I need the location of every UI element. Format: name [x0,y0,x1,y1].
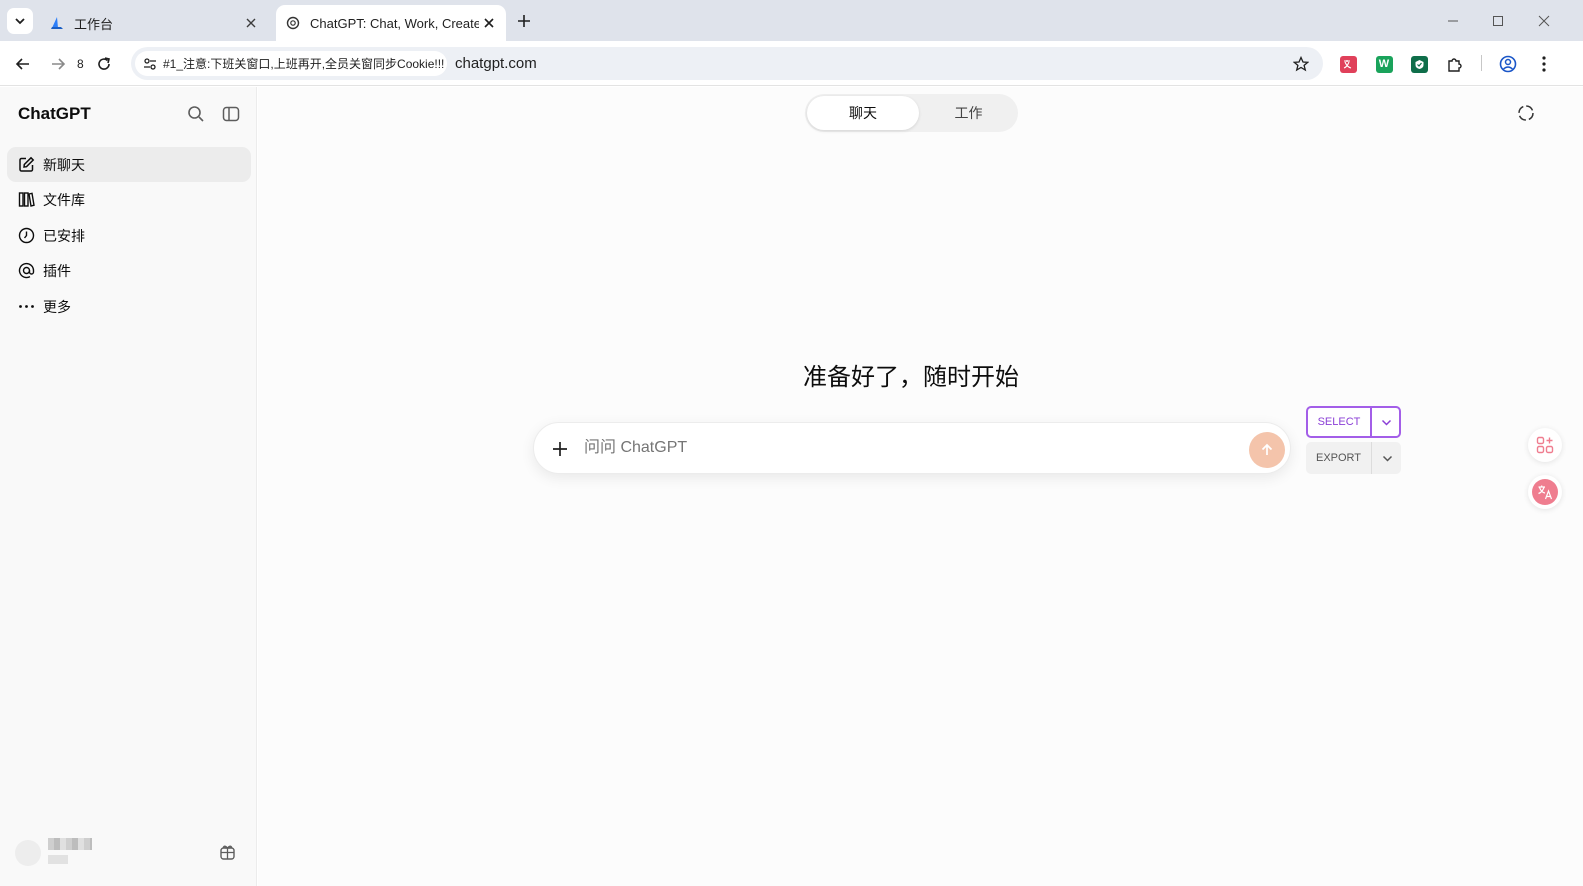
arrow-left-icon [15,58,29,70]
redacted-username [48,838,92,850]
tune-icon [142,56,158,72]
reload-button[interactable] [92,52,116,76]
redacted-plan [48,855,68,864]
tab-work[interactable]: 工作 [921,96,1016,130]
more-dots-icon [16,297,36,317]
close-window-button[interactable] [1533,10,1555,32]
reload-icon [98,57,110,70]
openai-icon [285,15,301,31]
sidebar-item-plugins[interactable]: 插件 [7,253,251,288]
close-icon[interactable] [479,13,499,33]
tab-search-button[interactable] [7,8,33,34]
w-extension-icon[interactable]: W [1373,53,1395,75]
site-info-chip[interactable]: #1_注意:下班关窗口,上班再开,全员关窗同步Cookie!!! [135,51,447,76]
sidebar-item-library[interactable]: 文件库 [7,182,251,217]
back-button[interactable] [11,52,35,76]
forward-button[interactable] [46,52,70,76]
sidebar-item-label: 更多 [43,298,71,315]
plus-icon [518,15,530,27]
browser-toolbar: 8 #1_注意:下班关窗口,上班再开,全员关窗同步Cookie!!! chatg… [0,41,1583,86]
export-button[interactable]: EXPORT [1306,442,1372,474]
sidebar-item-more[interactable]: 更多 [7,289,251,324]
profile-icon[interactable] [1497,53,1519,75]
w-extension-badge: W [1375,55,1393,73]
shield-extension-badge [1410,55,1428,73]
sidebar-item-scheduled[interactable]: 已安排 [7,218,251,253]
address-bar[interactable]: #1_注意:下班关窗口,上班再开,全员关窗同步Cookie!!! chatgpt… [131,47,1323,80]
browser-menu-icon[interactable] [1533,53,1555,75]
arrow-right-icon [52,58,66,70]
url-text[interactable]: chatgpt.com [455,55,537,72]
composer [533,422,1291,474]
close-icon [1538,15,1550,27]
sidebar-item-label: 新聊天 [43,156,85,173]
browser-tab-strip: 工作台 ChatGPT: Chat, Work, Create [0,0,1583,41]
minimize-icon [1448,20,1458,22]
arrow-up-icon [1261,443,1273,455]
extensions-puzzle-icon[interactable] [1444,53,1466,75]
browser-tab-workbench[interactable]: 工作台 [40,5,268,41]
blue-sail-icon [49,15,65,31]
mode-switcher: 聊天 工作 [805,94,1018,132]
send-button[interactable] [1249,432,1285,468]
edit-icon [16,155,36,175]
avatar[interactable] [15,840,41,866]
minimize-button[interactable] [1442,10,1464,32]
maximize-icon [1493,16,1503,26]
bookmark-star-icon[interactable] [1291,54,1311,74]
temporary-chat-icon[interactable] [1515,102,1537,124]
main-panel: 聊天 工作 准备好了，随时开始 SELECT EXPORT [258,87,1583,886]
chevron-down-icon [15,18,25,25]
maximize-button[interactable] [1487,10,1509,32]
new-tab-button[interactable] [513,10,535,32]
clock-icon [16,226,36,246]
select-widget: SELECT [1306,406,1401,438]
chevron-down-icon [1381,419,1392,426]
translate-extension-icon[interactable] [1337,53,1359,75]
gift-icon[interactable] [216,841,238,863]
sidebar: ChatGPT 新聊天 文件库 已安排 插件 更多 [0,87,257,886]
site-chip-text: #1_注意:下班关窗口,上班再开,全员关窗同步Cookie!!! [163,57,445,71]
brand-title[interactable]: ChatGPT [18,104,91,124]
browser-tab-chatgpt[interactable]: ChatGPT: Chat, Work, Create [276,5,506,41]
sidebar-item-label: 已安排 [43,227,85,244]
search-icon[interactable] [185,103,207,125]
close-icon[interactable] [241,13,261,33]
page-title: 准备好了，随时开始 [803,364,1019,391]
library-icon [16,190,36,210]
prompt-input[interactable] [584,439,1184,457]
sidebar-item-label: 文件库 [43,191,85,208]
plus-icon[interactable] [548,437,572,461]
sidebar-item-new-chat[interactable]: 新聊天 [7,147,251,182]
export-widget: EXPORT [1306,442,1401,474]
apps-grid-icon[interactable] [1528,428,1562,462]
chevron-down-icon [1382,455,1392,462]
select-button[interactable]: SELECT [1308,408,1372,436]
at-icon [16,261,36,281]
translate-icon [1532,479,1558,505]
shield-extension-icon[interactable] [1408,53,1430,75]
translate-extension-badge [1339,55,1357,73]
toolbar-divider [1481,55,1482,71]
select-dropdown-button[interactable] [1374,408,1399,436]
tab-title: ChatGPT: Chat, Work, Create [310,15,479,31]
sidebar-item-label: 插件 [43,262,71,279]
sidebar-toggle-icon[interactable] [220,103,242,125]
tab-chat[interactable]: 聊天 [807,96,919,130]
export-dropdown-button[interactable] [1373,442,1401,474]
translate-float-button[interactable] [1528,475,1562,509]
history-count[interactable]: 8 [77,57,84,71]
tab-title: 工作台 [74,16,114,32]
account-menu[interactable] [15,835,245,871]
